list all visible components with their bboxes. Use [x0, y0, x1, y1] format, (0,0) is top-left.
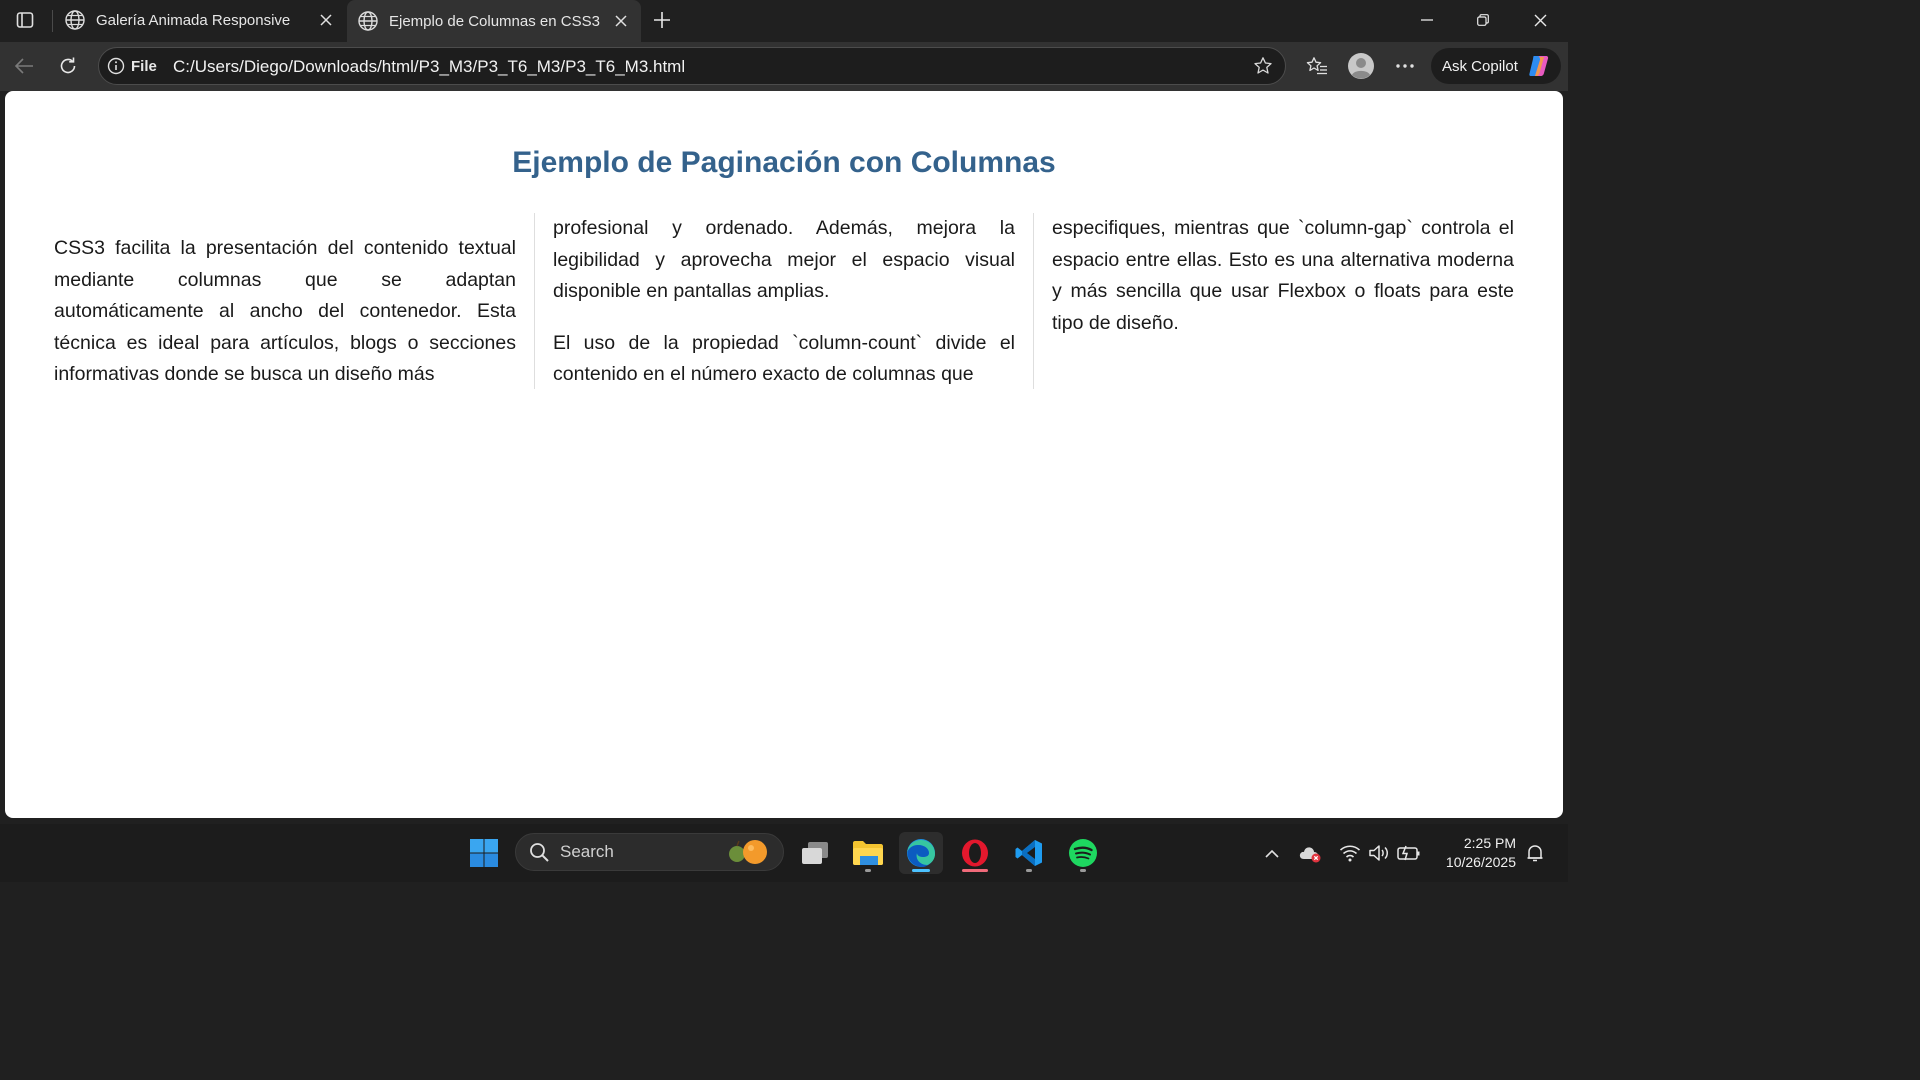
plus-icon	[654, 12, 670, 28]
taskbar-app-spotify[interactable]	[1061, 832, 1105, 874]
avatar-icon	[1348, 53, 1374, 79]
running-indicator	[962, 869, 988, 872]
task-view-icon	[802, 842, 828, 864]
column-rule	[1033, 213, 1034, 389]
edge-icon	[907, 839, 935, 867]
refresh-button[interactable]	[51, 50, 85, 82]
tab-columnas[interactable]: Ejemplo de Columnas en CSS3	[347, 0, 641, 42]
more-icon	[1396, 64, 1414, 68]
show-hidden-icons-button[interactable]	[1259, 840, 1285, 866]
clock-date: 10/26/2025	[1445, 854, 1516, 870]
windows-taskbar: Search 2:25 PM 10/26/2025	[0, 824, 1568, 882]
copilot-logo-icon	[1529, 56, 1549, 76]
wifi-icon	[1339, 845, 1361, 862]
add-favorite-button[interactable]	[1249, 53, 1277, 79]
battery-button[interactable]	[1396, 840, 1422, 866]
running-indicator	[1026, 869, 1032, 872]
vscode-icon	[1015, 840, 1042, 866]
close-window-button[interactable]	[1512, 0, 1568, 40]
more-options-button[interactable]	[1388, 50, 1422, 82]
text-column-2: profesional y ordenado. Además, mejora l…	[553, 213, 1015, 411]
minimize-button[interactable]	[1399, 0, 1455, 40]
close-icon	[1534, 14, 1546, 26]
chevron-up-icon	[1265, 849, 1279, 858]
tab-strip: Galería Animada Responsive Ejemplo de Co…	[0, 0, 1568, 42]
tab-actions-icon	[16, 12, 34, 28]
taskbar-app-edge[interactable]	[899, 832, 943, 874]
paragraph: especifiques, mientras que `column-gap` …	[1052, 217, 1514, 334]
notifications-button[interactable]	[1522, 840, 1548, 866]
info-icon	[107, 57, 125, 75]
tab-actions-button[interactable]	[8, 6, 42, 34]
taskbar-app-file-explorer[interactable]	[846, 832, 890, 874]
back-button[interactable]	[7, 50, 41, 82]
folder-icon	[853, 841, 883, 865]
volume-icon	[1369, 845, 1388, 861]
page-heading: Ejemplo de Paginación con Columnas	[512, 146, 1056, 179]
browser-toolbar: File C:/Users/Diego/Downloads/html/P3_M3…	[0, 42, 1568, 91]
paragraph: El uso de la propiedad `column-count` di…	[553, 331, 1015, 386]
restore-button[interactable]	[1455, 0, 1511, 40]
wifi-status-button[interactable]	[1337, 840, 1363, 866]
running-indicator	[1080, 869, 1086, 872]
text-column-3: especifiques, mientras que `column-gap` …	[1052, 213, 1514, 359]
clock-time: 2:25 PM	[1463, 835, 1516, 851]
spotify-icon	[1069, 839, 1097, 867]
search-icon	[530, 842, 549, 862]
favorites-icon	[1306, 57, 1327, 75]
onedrive-status-button[interactable]	[1297, 840, 1323, 866]
tab-close-button[interactable]	[607, 7, 635, 35]
tab-close-button[interactable]	[312, 6, 340, 34]
running-indicator	[865, 869, 871, 872]
restore-icon	[1477, 14, 1489, 26]
task-view-button[interactable]	[793, 832, 837, 874]
taskbar-app-opera[interactable]	[953, 832, 997, 874]
volume-button[interactable]	[1366, 840, 1392, 866]
globe-icon	[358, 11, 378, 31]
url-text[interactable]: C:/Users/Diego/Downloads/html/P3_M3/P3_T…	[173, 57, 685, 77]
back-arrow-icon	[14, 58, 33, 74]
tab-title: Galería Animada Responsive	[96, 11, 291, 29]
opera-icon	[962, 839, 988, 867]
search-placeholder: Search	[560, 842, 614, 861]
running-indicator	[912, 869, 930, 872]
address-bar[interactable]: File C:/Users/Diego/Downloads/html/P3_M3…	[98, 47, 1286, 85]
ask-copilot-button[interactable]: Ask Copilot	[1431, 48, 1561, 84]
multi-column-article: CSS3 facilita la presentación del conten…	[54, 213, 1515, 389]
refresh-icon	[60, 57, 76, 74]
site-info-label: File	[131, 57, 157, 75]
site-info-button[interactable]: File	[107, 53, 157, 79]
column-rule	[534, 213, 535, 389]
globe-icon	[65, 10, 85, 30]
tab-title: Ejemplo de Columnas en CSS3	[389, 12, 600, 30]
notification-bell-icon	[1527, 845, 1543, 862]
cloud-error-icon	[1299, 847, 1321, 863]
paragraph: profesional y ordenado. Además, mejora l…	[553, 217, 1015, 302]
tab-galeria[interactable]: Galería Animada Responsive	[54, 0, 346, 40]
text-column-1: CSS3 facilita la presentación del conten…	[54, 233, 516, 411]
taskbar-search[interactable]: Search	[515, 833, 784, 871]
close-icon	[320, 14, 332, 26]
fruit-highlight-icon	[729, 840, 767, 864]
tab-divider	[52, 10, 53, 32]
copilot-label: Ask Copilot	[1442, 57, 1518, 75]
profile-button[interactable]	[1344, 50, 1378, 82]
close-icon	[615, 15, 627, 27]
page-viewport: Ejemplo de Paginación con Columnas CSS3 …	[5, 91, 1563, 818]
battery-charging-icon	[1397, 845, 1420, 861]
windows-logo-icon	[470, 839, 498, 867]
taskbar-app-vscode[interactable]	[1007, 832, 1051, 874]
start-button[interactable]	[462, 832, 506, 874]
star-icon	[1254, 57, 1272, 74]
favorites-button[interactable]	[1300, 50, 1334, 82]
new-tab-button[interactable]	[646, 5, 678, 35]
paragraph: CSS3 facilita la presentación del conten…	[54, 237, 516, 385]
minimize-icon	[1421, 19, 1433, 21]
taskbar-clock[interactable]: 2:25 PM 10/26/2025	[1430, 834, 1516, 872]
